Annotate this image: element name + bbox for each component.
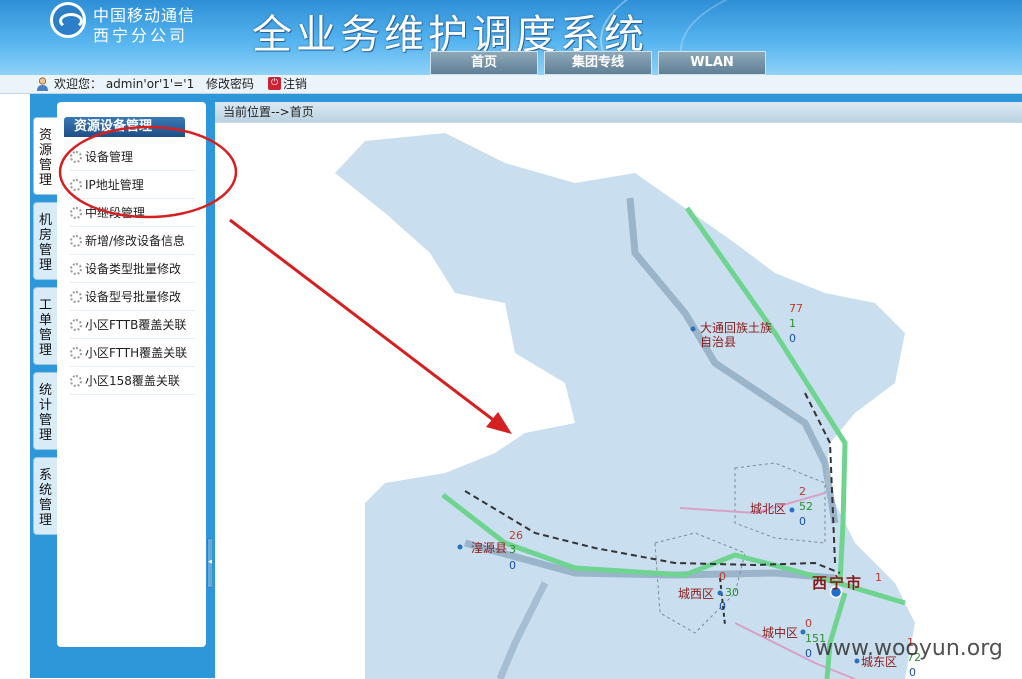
side-tab-room[interactable]: 机房管理: [33, 202, 57, 280]
user-bar: 欢迎您： admin'or'1'='1 修改密码 ⏻ 注销: [0, 75, 1022, 94]
menu-item-device[interactable]: 设备管理: [70, 145, 195, 171]
menu-item-label: 设备管理: [85, 150, 134, 164]
map-marker[interactable]: [717, 590, 723, 596]
map-marker[interactable]: [690, 326, 696, 332]
watermark: www.wooyun.org: [815, 636, 1003, 661]
gear-icon: [70, 178, 82, 191]
count-red: 2: [799, 485, 806, 498]
count-green: 30: [725, 586, 739, 599]
count-green: 52: [799, 500, 813, 513]
logout-link[interactable]: 注销: [283, 75, 307, 93]
user-icon: [37, 77, 48, 91]
breadcrumb: 当前位置-->首页: [215, 102, 1022, 122]
nav-tab-group-line[interactable]: 集团专线: [544, 51, 652, 75]
count-blue: 0: [789, 332, 796, 345]
district-label[interactable]: 湟源县: [471, 541, 507, 555]
side-tab-system[interactable]: 系统管理: [33, 457, 57, 535]
gear-icon: [70, 262, 82, 275]
menu-item-label: 小区FTTB覆盖关联: [85, 318, 187, 332]
menu-item-label: 中继段管理: [85, 206, 146, 220]
menu-item-fttb[interactable]: 小区FTTB覆盖关联: [70, 313, 195, 339]
header-banner: 中国移动通信 西宁分公司 全业务维护调度系统 首页 集团专线 WLAN: [0, 0, 1022, 75]
menu-item-ftth[interactable]: 小区FTTH覆盖关联: [70, 341, 195, 367]
side-tab-label: 工单管理: [38, 298, 52, 358]
side-tab-label: 统计管理: [38, 383, 52, 443]
map-area: 大通回族土族 自治县 77 1 0 城北区 2 52 0 湟源县 26 3 0 …: [215, 122, 1022, 679]
region-map: [335, 133, 915, 679]
district-label[interactable]: 城西区: [678, 587, 714, 601]
district-label-line2[interactable]: 自治县: [700, 335, 736, 349]
district-label[interactable]: 大通回族土族: [700, 321, 772, 335]
map-marker[interactable]: [789, 507, 795, 513]
gear-icon: [70, 150, 82, 163]
menu-item-type-batch[interactable]: 设备类型批量修改: [70, 257, 195, 283]
menu-item-relay[interactable]: 中继段管理: [70, 201, 195, 227]
gear-icon: [70, 346, 82, 359]
count-blue: 0: [799, 515, 806, 528]
welcome-text: 欢迎您： admin'or'1'='1: [54, 77, 195, 91]
nav-tab-wlan[interactable]: WLAN: [658, 51, 766, 75]
menu-item-add-edit[interactable]: 新增/修改设备信息: [70, 229, 195, 255]
map-land: [335, 133, 915, 679]
power-icon[interactable]: ⏻: [268, 77, 281, 90]
district-label[interactable]: 城北区: [750, 502, 786, 516]
count-red: 0: [805, 617, 812, 630]
company-name-line2: 西宁分公司: [93, 26, 189, 45]
gear-icon: [70, 374, 82, 387]
menu-item-label: IP地址管理: [85, 178, 144, 192]
side-tab-label: 机房管理: [38, 213, 52, 273]
district-label[interactable]: 城中区: [762, 626, 798, 640]
china-mobile-logo-icon: [50, 2, 86, 38]
nav-tab-home[interactable]: 首页: [430, 51, 538, 75]
gear-icon: [70, 206, 82, 219]
count-blue: 0: [509, 559, 516, 572]
side-tab-statistics[interactable]: 统计管理: [33, 372, 57, 450]
menu-item-model-batch[interactable]: 设备型号批量修改: [70, 285, 195, 311]
gear-icon: [70, 318, 82, 331]
menu-header: 资源设备管理: [64, 117, 185, 137]
change-password-link[interactable]: 修改密码: [206, 75, 254, 93]
menu-item-label: 小区158覆盖关联: [85, 374, 180, 388]
count-red: 77: [789, 302, 803, 315]
count-green: 3: [509, 543, 516, 556]
count-red: 0: [719, 570, 726, 583]
city-count: 1: [875, 571, 882, 584]
side-tab-workorder[interactable]: 工单管理: [33, 287, 57, 365]
menu-item-158[interactable]: 小区158覆盖关联: [70, 369, 195, 395]
count-blue: 0: [719, 600, 726, 613]
city-label[interactable]: 西宁市: [812, 572, 863, 593]
menu-item-label: 新增/修改设备信息: [85, 234, 186, 248]
map-marker[interactable]: [457, 544, 463, 550]
side-tab-label: 资源管理: [38, 128, 52, 188]
menu-item-ip[interactable]: IP地址管理: [70, 173, 195, 199]
count-red: 26: [509, 529, 523, 542]
count-green: 1: [789, 317, 796, 330]
menu-item-label: 小区FTTH覆盖关联: [85, 346, 188, 360]
gear-icon: [70, 290, 82, 303]
side-tab-label: 系统管理: [38, 468, 52, 528]
side-tab-resource[interactable]: 资源管理: [33, 117, 57, 195]
gear-icon: [70, 234, 82, 247]
count-blue: 0: [805, 647, 812, 660]
menu-item-label: 设备类型批量修改: [85, 262, 182, 276]
count-blue: 0: [909, 666, 916, 679]
menu-item-label: 设备型号批量修改: [85, 290, 182, 304]
